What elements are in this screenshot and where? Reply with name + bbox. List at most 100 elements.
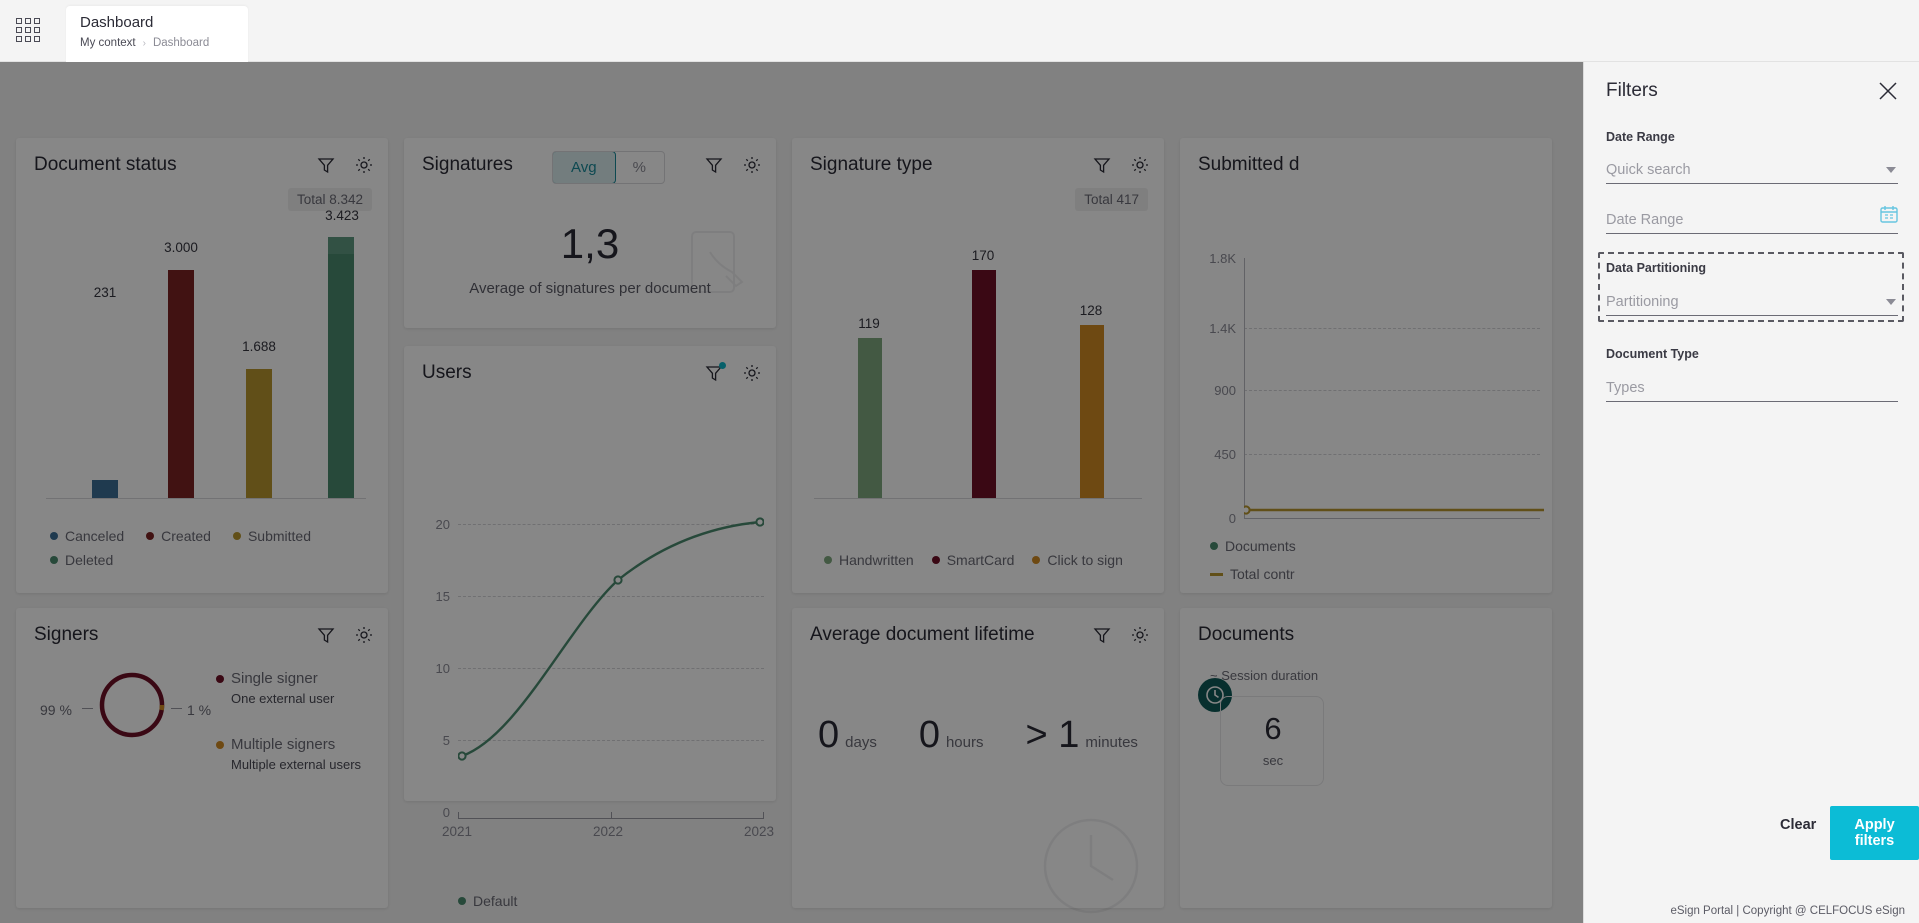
legend-label: SmartCard: [946, 552, 1015, 568]
bar-value-label: 3.000: [164, 240, 198, 255]
legend-swatch: [1210, 542, 1218, 550]
legend-item[interactable]: Submitted: [232, 528, 311, 544]
x-axis-tick: [611, 812, 612, 819]
document-type-label: Document Type: [1606, 347, 1699, 361]
filter-funnel-icon[interactable]: [1092, 155, 1112, 175]
legend-item[interactable]: Canceled: [50, 528, 124, 544]
legend-item[interactable]: Deleted: [50, 552, 113, 568]
gear-icon[interactable]: [742, 155, 762, 175]
users-line-series: [458, 517, 764, 761]
legend-label: Handwritten: [839, 552, 914, 568]
card-actions: [316, 155, 374, 175]
types-input[interactable]: Types: [1606, 372, 1898, 402]
legend-sublabel: Multiple external users: [231, 757, 362, 772]
bar-created[interactable]: [168, 270, 194, 498]
line-plot-users: 20 15 10 5 0 2021 2022 2023: [424, 406, 775, 839]
grid-cell: [25, 27, 31, 33]
filter-funnel-icon[interactable]: [704, 362, 726, 383]
filter-funnel-icon[interactable]: [704, 155, 724, 175]
legend-item[interactable]: Single signer: [216, 670, 361, 687]
gear-icon[interactable]: [354, 625, 374, 645]
legend-swatch: [1032, 556, 1041, 564]
breadcrumb-root[interactable]: My context: [80, 37, 136, 49]
session-duration-label: ~ Session duration: [1210, 668, 1319, 683]
legend-item[interactable]: Multiple signers: [216, 736, 361, 753]
line-plot-submitted: 1.8K 1.4K 900 450 0: [1200, 196, 1544, 526]
donut-leader-line: [82, 708, 93, 709]
donut-left-pct: 99 %: [40, 702, 72, 718]
grid-cell: [34, 36, 40, 42]
card-submitted-documents: Submitted d 1.8K 1.4K 900 450 0 Document…: [1180, 138, 1552, 593]
y-tick: 0: [1228, 511, 1236, 526]
y-tick: 0: [442, 805, 450, 820]
legend-item[interactable]: SmartCard: [931, 552, 1015, 568]
legend-item[interactable]: Created: [146, 528, 211, 544]
clear-button[interactable]: Clear: [1780, 817, 1816, 833]
bar-value-label: 1.688: [242, 339, 276, 354]
partitioning-select[interactable]: Partitioning: [1606, 286, 1898, 316]
calendar-icon[interactable]: [1880, 205, 1898, 227]
bar-deleted[interactable]: [328, 238, 354, 498]
data-point: [755, 517, 764, 527]
filter-funnel-icon[interactable]: [316, 625, 336, 645]
legend-item[interactable]: Documents: [1210, 538, 1296, 554]
card-signatures: Signatures Avg % 1,3 Average of signatur…: [404, 138, 776, 328]
card-users: Users 20 15 10 5 0 2021 2022 2023 Defaul…: [404, 346, 776, 909]
legend-item[interactable]: Click to sign: [1032, 552, 1123, 568]
grid-apps-icon[interactable]: [16, 18, 42, 44]
legend-item[interactable]: Handwritten: [824, 552, 914, 568]
card-title: Signature type: [810, 154, 933, 175]
toggle-percent[interactable]: %: [615, 152, 664, 183]
close-x-icon[interactable]: [1877, 80, 1899, 102]
legend-signature-type: Handwritten SmartCard Click to sign: [824, 552, 1154, 568]
legend-swatch: [146, 532, 155, 540]
tab-dashboard[interactable]: Dashboard My context › Dashboard: [66, 6, 248, 62]
bar-canceled[interactable]: [92, 480, 118, 498]
chevron-down-icon[interactable]: [1886, 299, 1896, 305]
legend-item[interactable]: Default: [458, 893, 517, 909]
legend-label: Deleted: [65, 552, 114, 568]
date-range-label: Date Range: [1606, 130, 1675, 144]
chevron-down-icon[interactable]: [1886, 167, 1896, 173]
gear-icon[interactable]: [742, 363, 762, 383]
x-axis-tick: [458, 812, 459, 819]
card-average-document-lifetime: Average document lifetime 0 days 0 hours >…: [792, 608, 1164, 914]
filter-active-badge: [719, 362, 726, 369]
filter-funnel-icon[interactable]: [1092, 625, 1112, 645]
date-range-input[interactable]: Date Range: [1606, 204, 1898, 234]
grid-cell: [25, 18, 31, 24]
quick-search-input[interactable]: Quick search: [1606, 154, 1898, 184]
bar-smartcard[interactable]: [972, 270, 996, 498]
data-partitioning-label: Data Partitioning: [1606, 261, 1707, 275]
donut-right-pct: 1 %: [187, 702, 212, 718]
legend-item[interactable]: Total contr: [1210, 566, 1296, 582]
apply-filters-button[interactable]: Apply filters: [1830, 806, 1919, 860]
card-title: Signers: [34, 624, 99, 645]
bar-submitted[interactable]: [246, 369, 272, 498]
metric-value: > 1: [1025, 714, 1080, 756]
bar-handwritten[interactable]: [858, 338, 882, 498]
donut-chart-signers[interactable]: [96, 666, 168, 744]
bar-click-to-sign[interactable]: [1080, 325, 1104, 498]
card-actions: [316, 625, 374, 645]
session-unit: sec: [1262, 753, 1284, 768]
gear-icon[interactable]: [1130, 155, 1150, 175]
y-tick: 20: [435, 517, 450, 532]
breadcrumb-current: Dashboard: [152, 37, 210, 49]
partitioning-placeholder: Partitioning: [1606, 294, 1679, 310]
metric-unit: minutes: [1085, 734, 1138, 751]
legend-label: Multiple signers: [231, 736, 336, 753]
y-tick: 1.4K: [1209, 321, 1236, 336]
bar-value-label: 170: [971, 248, 995, 263]
gear-icon[interactable]: [1130, 625, 1150, 645]
lifetime-metric-days: 0 days: [818, 714, 877, 757]
toggle-avg[interactable]: Avg: [552, 152, 616, 183]
gridline: [1244, 390, 1540, 391]
gear-icon[interactable]: [354, 155, 374, 175]
x-tick: 2022: [593, 824, 624, 839]
grid-cell: [25, 36, 31, 42]
session-duration-tile: 6 sec: [1220, 696, 1324, 786]
footer-copyright: eSign Portal | Copyright @ CELFOCUS eSig…: [1670, 905, 1905, 917]
filter-funnel-icon[interactable]: [316, 155, 336, 175]
y-tick: 900: [1214, 383, 1236, 398]
